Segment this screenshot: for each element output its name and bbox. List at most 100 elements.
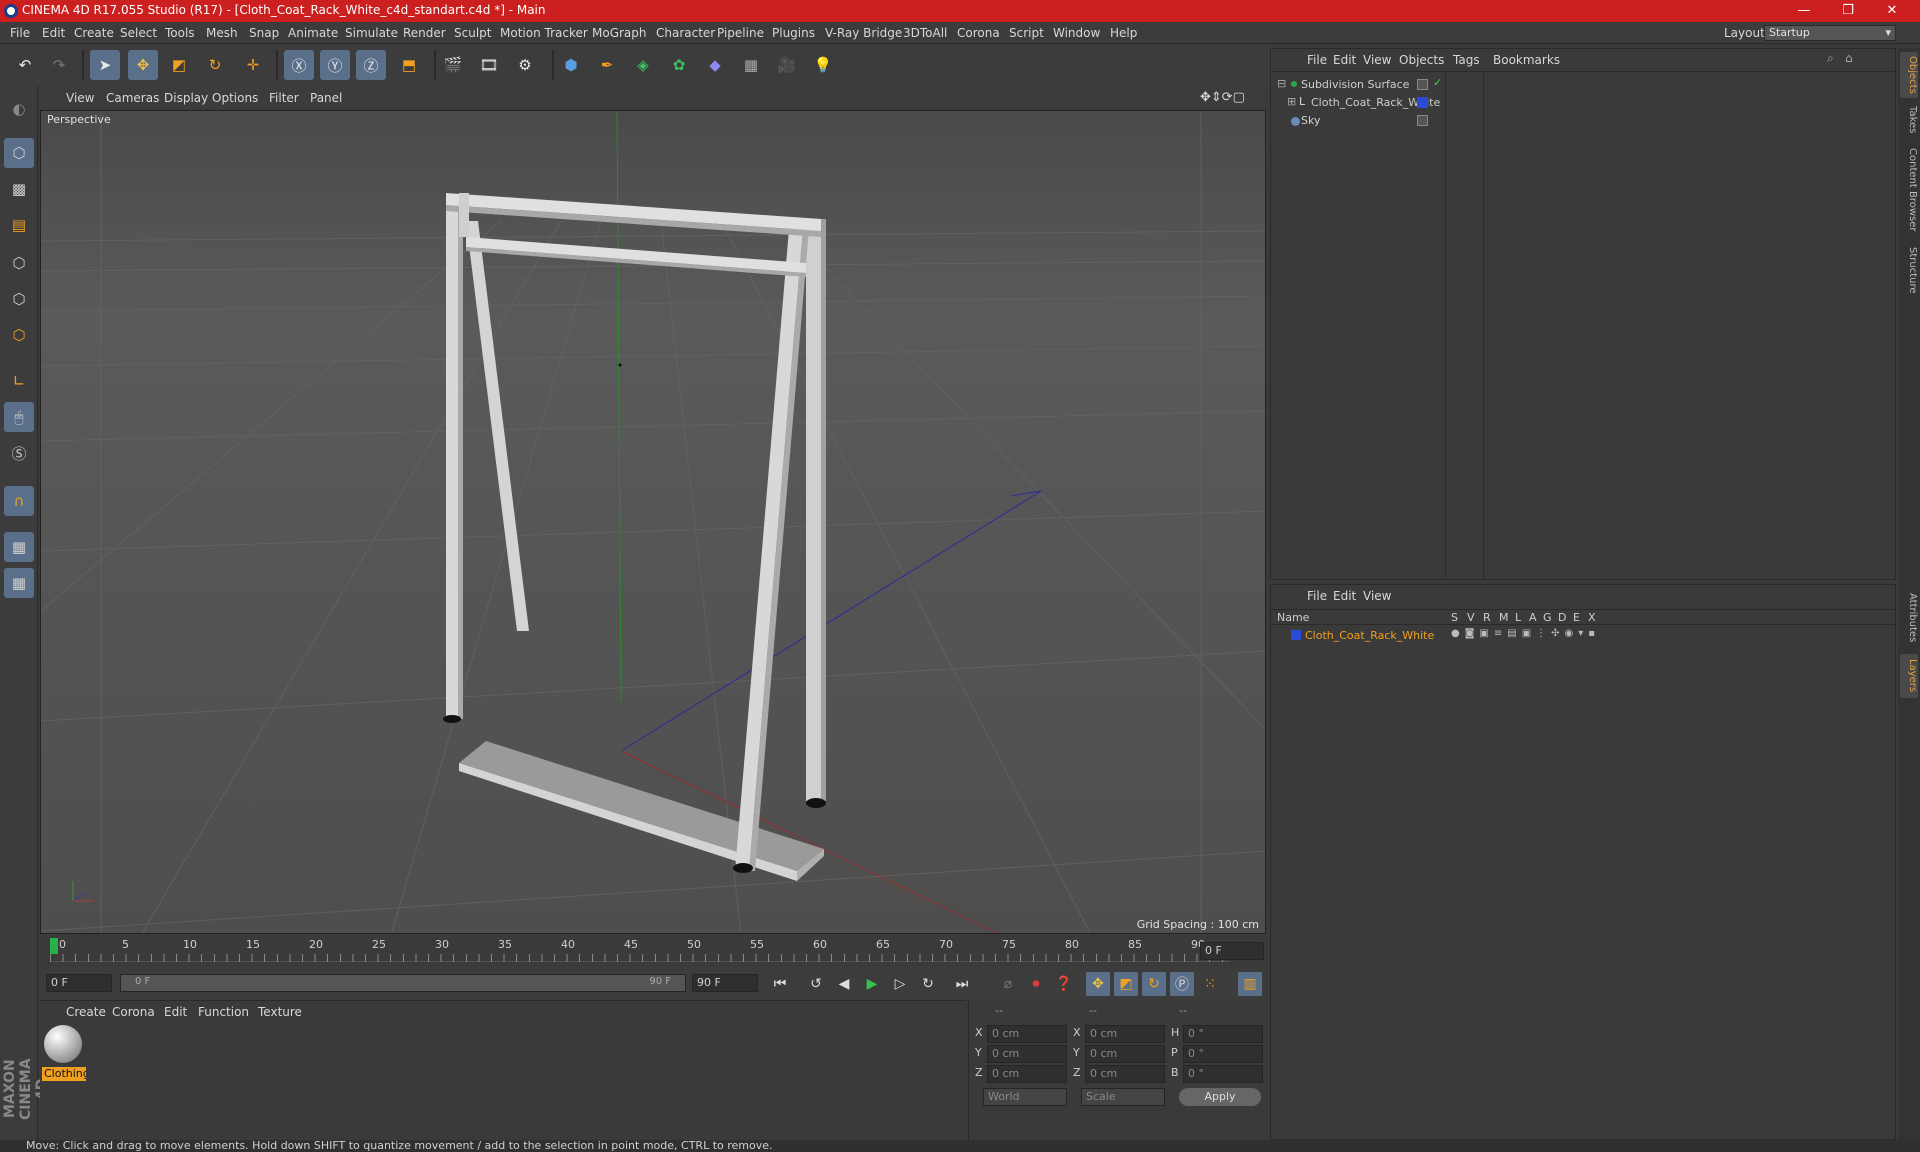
material-menu-create[interactable]: Create — [66, 1005, 106, 1019]
menu-pipeline[interactable]: Pipeline — [717, 26, 764, 40]
position-y-field[interactable]: 0 cm — [987, 1045, 1067, 1063]
menu-tools[interactable]: Tools — [165, 26, 195, 40]
timeline-ruler[interactable]: 0 5 10 15 20 25 30 35 40 45 50 55 60 65 … — [40, 936, 1266, 966]
apply-button[interactable]: Apply — [1179, 1088, 1261, 1106]
camera-icon[interactable]: 🎥 — [772, 50, 802, 80]
y-axis-icon[interactable]: Ⓨ — [320, 50, 350, 80]
current-frame-field[interactable]: 0 F — [1200, 942, 1264, 960]
menu-mograph[interactable]: MoGraph — [592, 26, 647, 40]
menu-animate[interactable]: Animate — [288, 26, 338, 40]
close-button[interactable]: ✕ — [1870, 0, 1914, 22]
next-frame-icon[interactable]: ▷ — [888, 972, 912, 996]
obj-menu-file[interactable]: File — [1307, 53, 1327, 67]
playhead-marker[interactable] — [50, 938, 58, 954]
editor-visibility-icon[interactable] — [1417, 115, 1428, 126]
menu-plugins[interactable]: Plugins — [772, 26, 815, 40]
keyframe-selection-icon[interactable]: ❓ — [1052, 972, 1076, 996]
tab-objects[interactable]: Objects — [1900, 52, 1918, 98]
texture-mode-icon[interactable]: ▩ — [4, 174, 34, 204]
cloner-icon[interactable]: ✿ — [664, 50, 694, 80]
object-row[interactable]: ⊟ Subdivision Surface ✓ — [1271, 76, 1895, 94]
object-row[interactable]: Sky — [1271, 112, 1895, 130]
viewport-menu-options[interactable]: Options — [212, 91, 258, 105]
play-icon[interactable]: ▶ — [860, 972, 884, 996]
material-menu-function[interactable]: Function — [198, 1005, 249, 1019]
collapse-icon[interactable]: ⊟ — [1277, 77, 1286, 90]
viewport-nav-icons[interactable]: ✥⇕⟳▢ — [1200, 90, 1245, 105]
layout-dropdown[interactable]: Startup ▾ — [1764, 25, 1896, 41]
material-menu-edit[interactable]: Edit — [164, 1005, 187, 1019]
key-rotation-icon[interactable]: ↻ — [1142, 972, 1166, 996]
obj-menu-view[interactable]: View — [1363, 53, 1391, 67]
edges-mode-icon[interactable]: ⬡ — [4, 284, 34, 314]
menu-window[interactable]: Window — [1053, 26, 1100, 40]
next-key-icon[interactable]: ↻ — [916, 972, 940, 996]
menu-simulate[interactable]: Simulate — [345, 26, 398, 40]
light-icon[interactable]: 💡 — [808, 50, 838, 80]
expand-icon[interactable]: ⊞ — [1287, 95, 1296, 108]
rotation-p-field[interactable]: 0 ° — [1183, 1045, 1263, 1063]
polygons-mode-icon[interactable]: ⬡ — [4, 320, 34, 350]
render-view-icon[interactable]: 🎬 — [438, 50, 468, 80]
checkmark-icon[interactable]: ✓ — [1433, 76, 1442, 89]
coordinate-system-icon[interactable]: ⬒ — [394, 50, 424, 80]
move-tool-icon[interactable]: ✥ — [128, 50, 158, 80]
obj-menu-edit[interactable]: Edit — [1333, 53, 1356, 67]
cube-icon[interactable]: ⬢ — [556, 50, 586, 80]
material-swatch[interactable]: Clothing — [42, 1025, 86, 1081]
material-menu-corona[interactable]: Corona — [112, 1005, 155, 1019]
menu-render[interactable]: Render — [403, 26, 446, 40]
tab-takes[interactable]: Takes — [1900, 102, 1918, 138]
key-pla-icon[interactable]: ⁙ — [1198, 972, 1222, 996]
record-keys-icon[interactable]: ⌀ — [996, 972, 1020, 996]
go-to-end-icon[interactable]: ⏭ — [950, 972, 974, 996]
previous-frame-icon[interactable]: ◀ — [832, 972, 856, 996]
redo-icon[interactable]: ↷ — [44, 50, 74, 80]
rotate-tool-icon[interactable]: ↻ — [200, 50, 230, 80]
viewport-menu-view[interactable]: View — [66, 91, 94, 105]
layer-menu-edit[interactable]: Edit — [1333, 589, 1356, 603]
make-editable-icon[interactable]: ◐ — [4, 94, 34, 124]
layer-menu-file[interactable]: File — [1307, 589, 1327, 603]
menu-script[interactable]: Script — [1009, 26, 1044, 40]
undo-icon[interactable]: ↶ — [10, 50, 40, 80]
model-mode-icon[interactable]: ⬡ — [4, 138, 34, 168]
autokey-icon[interactable]: ⏺ — [1024, 972, 1048, 996]
editor-visibility-icon[interactable] — [1417, 79, 1428, 90]
layer-color-swatch[interactable] — [1417, 97, 1428, 108]
layer-color-swatch[interactable] — [1291, 630, 1301, 640]
menu-create[interactable]: Create — [74, 26, 114, 40]
key-parameter-icon[interactable]: Ⓟ — [1170, 972, 1194, 996]
scale-z-field[interactable]: 0 cm — [1085, 1065, 1165, 1083]
viewport-perspective[interactable]: Perspective Grid Spacing : 100 cm — [40, 110, 1266, 934]
object-row[interactable]: ⊞ L Cloth_Coat_Rack_White — [1271, 94, 1895, 112]
selection-cursor-icon[interactable]: ➤ — [90, 50, 120, 80]
menu-vray-bridge[interactable]: V-Ray Bridge — [825, 26, 902, 40]
tab-layers[interactable]: Layers — [1900, 654, 1918, 698]
coord-mode-dropdown[interactable]: Scale — [1081, 1088, 1165, 1106]
snap-icon[interactable]: ∩ — [4, 486, 34, 516]
solo-mode-icon[interactable]: Ⓢ — [4, 438, 34, 468]
maximize-button[interactable]: ❐ — [1826, 0, 1870, 22]
menu-mesh[interactable]: Mesh — [206, 26, 238, 40]
axis-mode-icon[interactable]: ∟ — [4, 366, 34, 396]
search-icon[interactable]: ⌕ — [1827, 51, 1834, 66]
layer-name[interactable]: Cloth_Coat_Rack_White — [1305, 629, 1434, 642]
frame-range-slider[interactable]: 0 F 90 F — [120, 974, 686, 992]
position-x-field[interactable]: 0 cm — [987, 1025, 1067, 1043]
deformer-icon[interactable]: ◆ — [700, 50, 730, 80]
tab-structure[interactable]: Structure — [1900, 242, 1918, 298]
pen-spline-icon[interactable]: ✒ — [592, 50, 622, 80]
obj-menu-objects[interactable]: Objects — [1399, 53, 1444, 67]
key-scale-icon[interactable]: ◩ — [1114, 972, 1138, 996]
scale-tool-icon[interactable]: ◩ — [164, 50, 194, 80]
rotation-h-field[interactable]: 0 ° — [1183, 1025, 1263, 1043]
subdivision-surface-icon[interactable]: ◈ — [628, 50, 658, 80]
menu-edit[interactable]: Edit — [42, 26, 65, 40]
material-menu-texture[interactable]: Texture — [258, 1005, 302, 1019]
x-axis-icon[interactable]: Ⓧ — [284, 50, 314, 80]
viewport-menu-cameras[interactable]: Cameras — [106, 91, 159, 105]
start-frame-field[interactable]: 0 F — [46, 974, 112, 992]
tab-content-browser[interactable]: Content Browser — [1900, 142, 1918, 238]
menu-snap[interactable]: Snap — [249, 26, 279, 40]
